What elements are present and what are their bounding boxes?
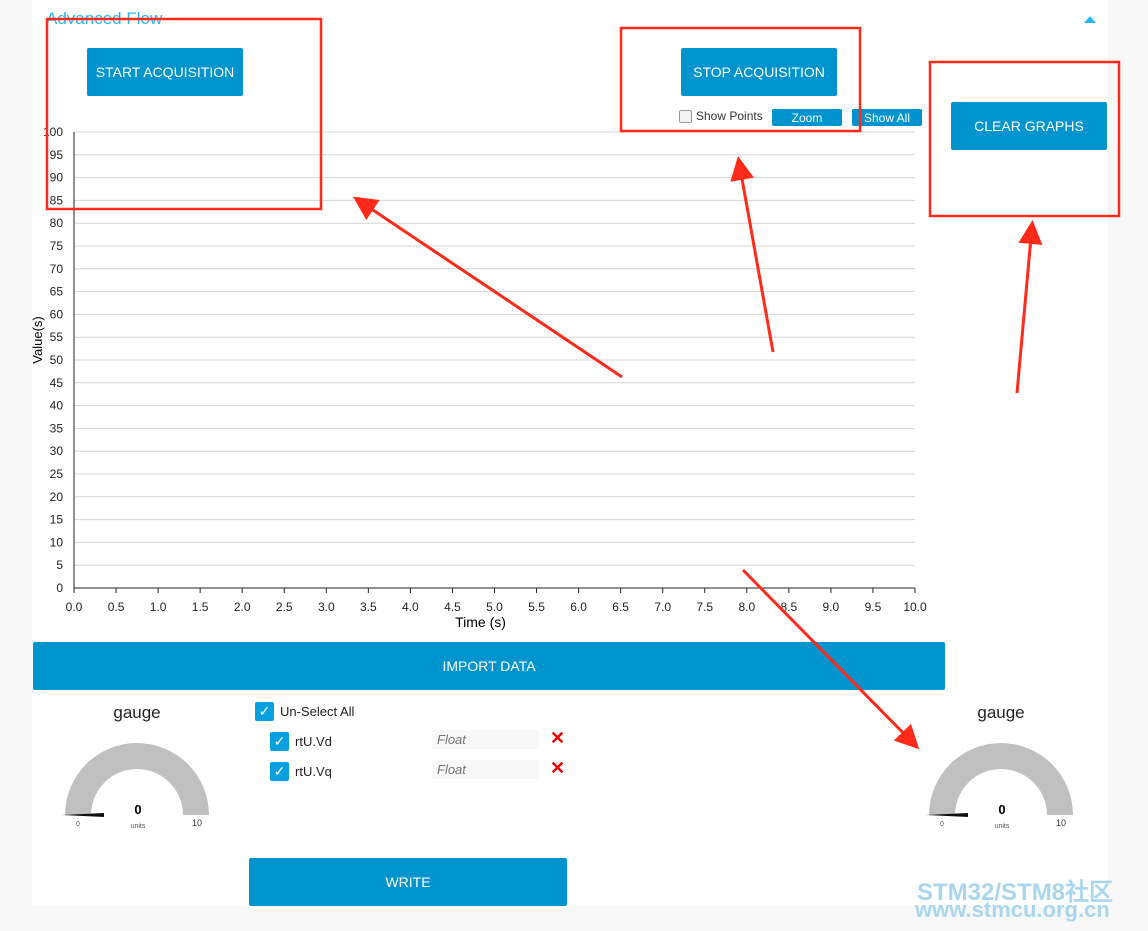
x-tick-label: 6.5 xyxy=(612,600,629,614)
x-tick-label: 10.0 xyxy=(903,600,927,614)
x-tick-label: 2.5 xyxy=(276,600,293,614)
y-tick-label: 95 xyxy=(50,148,64,162)
y-tick-label: 70 xyxy=(50,262,64,276)
y-tick-label: 20 xyxy=(50,490,64,504)
y-tick-label: 30 xyxy=(50,444,64,458)
x-tick-label: 5.0 xyxy=(486,600,503,614)
gauge-min: 0 xyxy=(76,821,80,828)
x-tick-label: 4.5 xyxy=(444,600,461,614)
gauge-max: 10 xyxy=(192,818,202,828)
x-tick-label: 3.0 xyxy=(318,600,335,614)
y-tick-label: 15 xyxy=(50,513,64,527)
import-data-button[interactable]: IMPORT DATA xyxy=(33,642,945,690)
y-tick-label: 60 xyxy=(50,307,64,321)
y-tick-label: 100 xyxy=(43,125,63,139)
gauge-units: units xyxy=(995,823,1010,830)
y-tick-label: 45 xyxy=(50,376,64,390)
gauge-min: 0 xyxy=(940,821,944,828)
y-tick-label: 55 xyxy=(50,330,64,344)
x-tick-label: 9.0 xyxy=(823,600,840,614)
y-tick-label: 90 xyxy=(50,171,64,185)
y-tick-label: 85 xyxy=(50,193,64,207)
check-icon[interactable]: ✓ xyxy=(270,762,289,781)
gauge-right: gauge 0 units 0 10 xyxy=(926,703,1076,833)
x-tick-label: 7.0 xyxy=(654,600,671,614)
x-tick-label: 3.5 xyxy=(360,600,377,614)
x-tick-label: 1.5 xyxy=(192,600,209,614)
vd-value-input[interactable] xyxy=(432,730,539,749)
vq-value-input[interactable] xyxy=(432,760,539,779)
check-icon[interactable]: ✓ xyxy=(255,702,274,721)
y-tick-label: 0 xyxy=(56,581,63,595)
y-axis-label: Value(s) xyxy=(30,316,45,363)
unselect-all-checkbox[interactable]: ✓ Un-Select All xyxy=(255,702,354,721)
y-tick-label: 50 xyxy=(50,353,64,367)
variable-label: rtU.Vq xyxy=(295,764,332,779)
watermark-line2: www.stmcu.org.cn xyxy=(915,897,1110,922)
x-tick-label: 8.5 xyxy=(781,600,798,614)
y-tick-label: 25 xyxy=(50,467,64,481)
gauge-max: 10 xyxy=(1056,818,1066,828)
x-tick-label: 7.5 xyxy=(696,600,713,614)
y-tick-label: 10 xyxy=(50,535,64,549)
unselect-all-label: Un-Select All xyxy=(280,704,355,719)
y-tick-label: 35 xyxy=(50,421,64,435)
x-tick-label: 0.0 xyxy=(66,600,83,614)
x-tick-label: 5.5 xyxy=(528,600,545,614)
gauge-value: 0 xyxy=(134,802,141,817)
x-tick-label: 9.5 xyxy=(865,600,882,614)
remove-icon[interactable]: ✕ xyxy=(550,758,565,779)
x-axis-label: Time (s) xyxy=(455,614,506,630)
y-tick-label: 80 xyxy=(50,216,64,230)
check-icon[interactable]: ✓ xyxy=(270,732,289,751)
y-tick-label: 65 xyxy=(50,285,64,299)
gauge-units: units xyxy=(131,823,146,830)
x-tick-label: 4.0 xyxy=(402,600,419,614)
x-tick-label: 8.0 xyxy=(738,600,755,614)
chart[interactable]: 0 5 10 15 20 25 30 35 40 45 50 55 60 65 70 75 80 85 90 95 10… xyxy=(0,0,1148,640)
x-tick-label: 2.0 xyxy=(234,600,251,614)
x-tick-label: 1.0 xyxy=(150,600,167,614)
y-tick-label: 40 xyxy=(50,399,64,413)
y-tick-label: 75 xyxy=(50,239,64,253)
remove-icon[interactable]: ✕ xyxy=(550,728,565,749)
x-tick-label: 6.0 xyxy=(570,600,587,614)
gauge-value: 0 xyxy=(998,802,1005,817)
variable-checkbox-vd[interactable]: ✓ rtU.Vd xyxy=(270,732,332,751)
write-button[interactable]: WRITE xyxy=(249,858,567,906)
x-tick-label: 0.5 xyxy=(108,600,125,614)
variable-label: rtU.Vd xyxy=(295,734,332,749)
gauge-left: gauge 0 units 0 10 xyxy=(62,703,212,833)
y-tick-label: 5 xyxy=(56,558,63,572)
variable-checkbox-vq[interactable]: ✓ rtU.Vq xyxy=(270,762,332,781)
